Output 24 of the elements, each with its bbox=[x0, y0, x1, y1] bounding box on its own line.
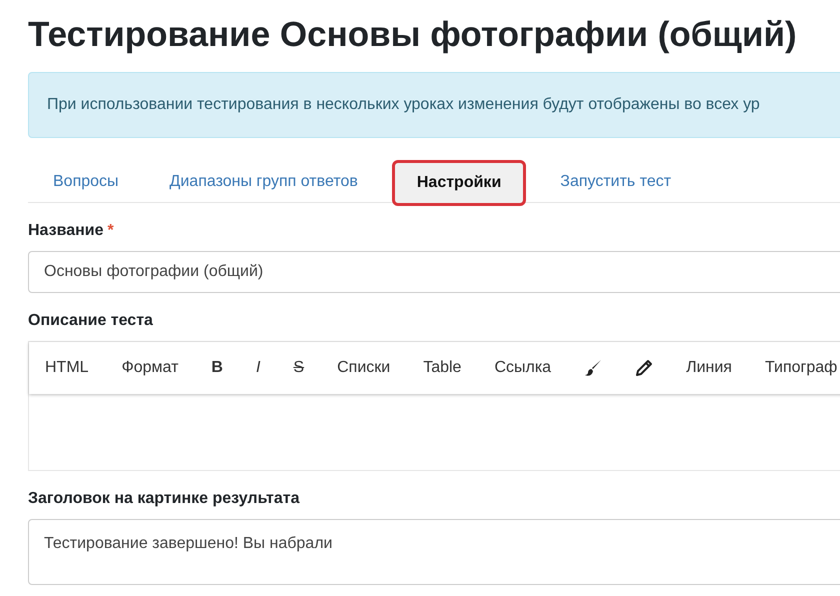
strikethrough-button[interactable]: S bbox=[281, 356, 316, 380]
toolbar-button[interactable]: Ссылка bbox=[482, 356, 564, 380]
toolbar-button[interactable]: Списки bbox=[325, 356, 402, 380]
field-label: Описание теста bbox=[28, 311, 154, 331]
field-label: Название bbox=[28, 222, 104, 239]
required-mark: * bbox=[108, 222, 114, 239]
result-title-input[interactable]: Тестирование завершено! Вы набрали bbox=[28, 519, 840, 585]
pencil-icon bbox=[635, 358, 654, 377]
page-title: Тестирование Основы фотографии (общий) bbox=[28, 14, 798, 56]
name-input[interactable]: Основы фотографии (общий) bbox=[28, 251, 840, 293]
toolbar-button[interactable]: Table bbox=[411, 356, 474, 380]
tab[interactable]: Запустить тест bbox=[543, 160, 688, 202]
toolbar-button[interactable]: Типограф bbox=[752, 356, 840, 380]
tab[interactable]: Настройки bbox=[392, 160, 526, 206]
italic-button[interactable]: I bbox=[244, 356, 272, 380]
info-alert: При использовании тестирования в нескольких уроках изменения будут отображены во всех ур bbox=[28, 72, 840, 138]
tab[interactable]: Диапазоны групп ответов bbox=[152, 160, 375, 202]
field-label: Заголовок на картинке результата bbox=[28, 489, 301, 509]
toolbar-button[interactable]: HTML bbox=[33, 356, 101, 380]
brush-icon bbox=[584, 358, 602, 377]
tab[interactable]: Вопросы bbox=[36, 160, 136, 202]
toolbar-button[interactable]: Формат bbox=[110, 356, 190, 380]
bold-button[interactable]: B bbox=[199, 356, 235, 380]
toolbar-button[interactable]: Линия bbox=[674, 356, 744, 380]
